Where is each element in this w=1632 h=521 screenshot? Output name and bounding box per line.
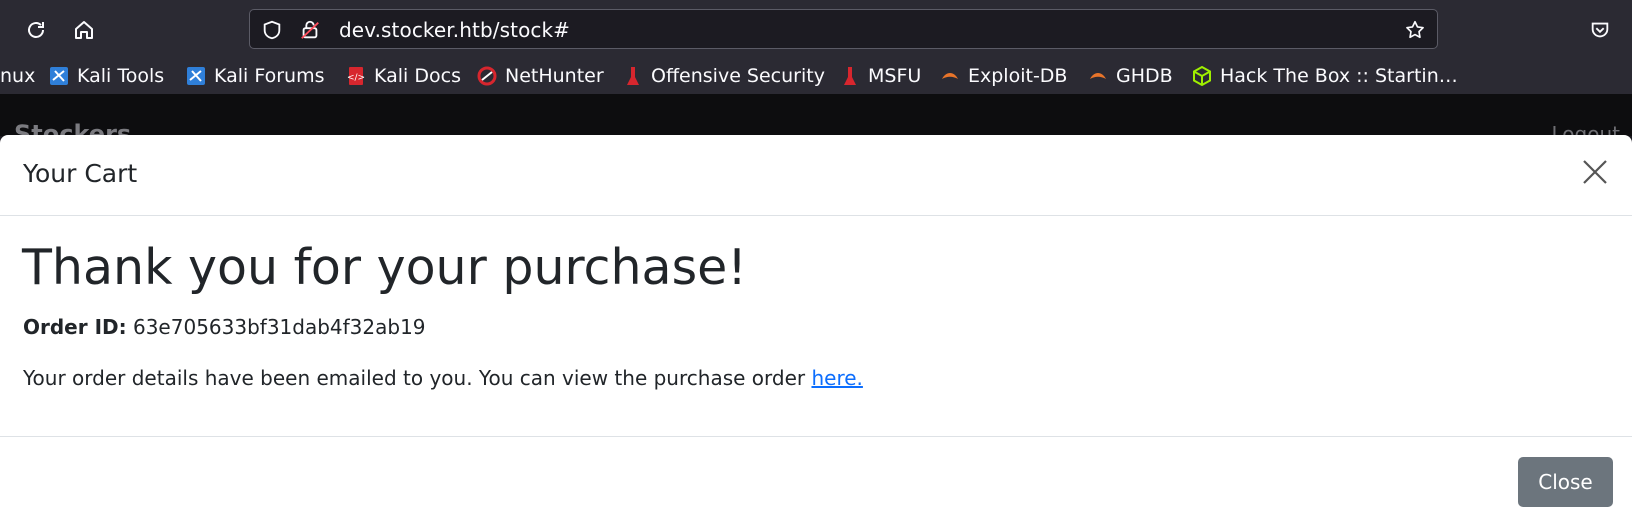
bookmarks-bar: nux Kali Tools Kali Forums </> Kali Docs… [0,58,1632,94]
bookmark-kali-tools[interactable]: Kali Tools [49,62,164,90]
bookmark-kali-linux[interactable]: nux [0,62,35,90]
order-id-line: Order ID: 63e705633bf31dab4f32ab19 [23,315,426,339]
browser-toolbar: dev.stocker.htb/stock# [0,0,1632,58]
bookmark-label: Kali Docs [374,65,461,87]
purchase-order-link[interactable]: here. [811,366,862,390]
details-message: Your order details have been emailed to … [23,366,812,390]
pocket-icon[interactable] [1583,13,1617,47]
order-id-label: Order ID: [23,315,127,339]
ghdb-icon [1088,66,1108,86]
bookmark-ghdb[interactable]: GHDB [1088,62,1173,90]
modal-header: Your Cart [0,135,1632,216]
exploitdb-icon [940,66,960,86]
reload-icon[interactable] [19,13,53,47]
order-id-value: 63e705633bf31dab4f32ab19 [132,315,426,339]
bookmark-hack-the-box[interactable]: Hack The Box :: Startin… [1192,62,1458,90]
bookmark-label: nux [0,65,36,87]
insecure-lock-icon[interactable] [298,18,322,42]
bookmark-msfu[interactable]: MSFU [840,62,921,90]
cart-modal: Your Cart Thank you for your purchase! O… [0,135,1632,521]
modal-title: Your Cart [23,159,138,188]
bookmark-label: MSFU [868,65,922,87]
bookmark-label: Offensive Security [651,65,825,87]
bookmark-label: Kali Tools [77,65,165,87]
close-icon[interactable] [1578,155,1612,189]
nethunter-icon [477,66,497,86]
bookmark-kali-docs[interactable]: </> Kali Docs [346,62,461,90]
bookmark-exploit-db[interactable]: Exploit-DB [940,62,1067,90]
kali-tools-icon [49,66,69,86]
thank-you-heading: Thank you for your purchase! [22,239,747,296]
home-icon[interactable] [67,13,101,47]
shield-icon[interactable] [260,18,284,42]
bookmark-label: NetHunter [505,65,604,87]
htb-icon [1192,65,1212,87]
address-bar[interactable]: dev.stocker.htb/stock# [249,9,1438,49]
kali-forums-icon [186,66,206,86]
bookmark-label: GHDB [1116,65,1173,87]
bookmark-star-icon[interactable] [1403,18,1427,42]
site-navbar: Stockers Logout [0,94,1632,148]
kali-docs-icon: </> [346,66,366,86]
bookmark-label: Exploit-DB [968,65,1068,87]
bookmark-offensive-security[interactable]: Offensive Security [623,62,825,90]
msfu-icon [840,66,860,86]
modal-footer-divider [0,436,1632,437]
url-text: dev.stocker.htb/stock# [339,18,571,42]
svg-text:</>: </> [347,73,365,83]
bookmark-label: Hack The Box :: Startin… [1220,65,1458,87]
close-button[interactable]: Close [1518,457,1613,507]
order-details-text: Your order details have been emailed to … [23,366,863,390]
bookmark-kali-forums[interactable]: Kali Forums [186,62,325,90]
bookmark-label: Kali Forums [214,65,325,87]
bookmark-nethunter[interactable]: NetHunter [477,62,604,90]
offsec-icon [623,66,643,86]
